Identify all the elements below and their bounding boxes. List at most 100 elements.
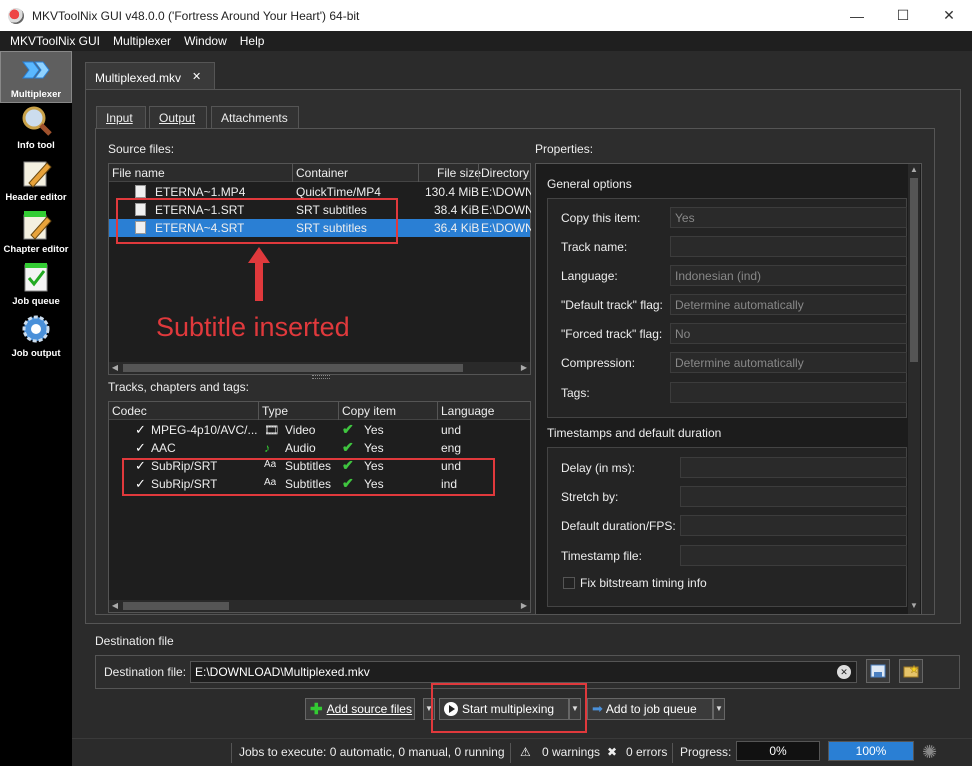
fix-bitstream-checkbox[interactable] (563, 577, 575, 589)
col-copy-item[interactable]: Copy item (342, 404, 396, 418)
title-bar: MKVToolNix GUI v48.0.0 ('Fortress Around… (0, 0, 972, 31)
errors-count[interactable]: 0 errors (626, 745, 667, 759)
main-area: Multiplexed.mkv ✕ Input Output Attachmen… (72, 51, 972, 738)
sidebar-label: Job queue (12, 296, 60, 307)
browse-destination-button[interactable] (866, 659, 890, 683)
language-select[interactable]: Indonesian (ind) (670, 265, 907, 286)
compression-label: Compression: (561, 356, 636, 370)
stretch-input[interactable] (680, 486, 907, 507)
horizontal-scrollbar[interactable]: ◀ ▶ (109, 362, 530, 374)
table-header: Codec Type Copy item Language (109, 402, 530, 420)
col-container[interactable]: Container (296, 166, 348, 180)
codec: AAC (151, 441, 176, 455)
scroll-right-icon[interactable]: ▶ (518, 600, 530, 612)
table-row[interactable]: ✓ MPEG-4p10/AVC/... 🎞 Video ✔ Yes und (109, 421, 530, 439)
sidebar-label: Info tool (17, 140, 55, 151)
tab-input[interactable]: Input (96, 106, 146, 129)
source-files-table: File name Container File size Directory … (108, 163, 531, 375)
add-to-job-queue-button[interactable]: ➡ Add to job queue (587, 698, 713, 720)
col-file-size[interactable]: File size (437, 166, 481, 180)
container: QuickTime/MP4 (296, 185, 381, 199)
tags-input[interactable] (670, 382, 907, 403)
warnings-count[interactable]: 0 warnings (542, 745, 600, 759)
col-codec[interactable]: Codec (112, 404, 147, 418)
tab-attachments-label: Attachments (221, 111, 288, 125)
directory: E:\DOWN (481, 221, 531, 235)
splitter-handle[interactable] (312, 375, 330, 379)
compression-select[interactable]: Determine automatically (670, 352, 907, 373)
sidebar-item-header-editor[interactable]: Header editor (0, 155, 72, 207)
warning-icon: ⚠ (520, 745, 531, 759)
scroll-right-icon[interactable]: ▶ (518, 362, 530, 374)
language: und (441, 423, 462, 437)
checkbox[interactable]: ✓ (135, 422, 146, 438)
col-language[interactable]: Language (441, 404, 494, 418)
sidebar-item-job-queue[interactable]: Job queue (0, 259, 72, 311)
file-icon (135, 185, 146, 198)
music-note-icon: ♪ (264, 441, 270, 455)
copy-item-select[interactable]: Yes (670, 207, 907, 228)
menu-bar: MKVToolNix GUI Multiplexer Window Help (0, 31, 972, 51)
tab-output-label: Output (159, 111, 196, 125)
source-files-label: Source files: (108, 142, 175, 156)
col-type[interactable]: Type (262, 404, 288, 418)
timestamp-file-label: Timestamp file: (561, 549, 642, 563)
table-row[interactable]: ✓ AAC ♪ Audio ✔ Yes eng (109, 439, 530, 457)
menu-multiplexer[interactable]: Multiplexer (113, 34, 171, 48)
table-header: File name Container File size Directory (109, 164, 530, 182)
tab-label: Multiplexed.mkv (95, 71, 182, 85)
col-directory[interactable]: Directory (481, 166, 529, 180)
multiplexer-icon (22, 61, 50, 79)
language: eng (441, 441, 462, 455)
maximize-button[interactable]: ☐ (880, 0, 926, 31)
scroll-down-icon[interactable]: ▼ (908, 600, 920, 612)
sidebar-label: Multiplexer (10, 89, 62, 100)
fix-bitstream-label: Fix bitstream timing info (580, 576, 707, 590)
destination-input[interactable]: E:\DOWNLOAD\Multiplexed.mkv (190, 661, 857, 683)
close-tab-icon[interactable]: ✕ (192, 70, 201, 83)
green-check-icon: ✔ (342, 421, 354, 437)
default-track-select[interactable]: Determine automatically (670, 294, 907, 315)
forced-track-select[interactable]: No (670, 323, 907, 344)
default-duration-input[interactable] (680, 515, 907, 536)
properties-label: Properties: (535, 142, 594, 156)
film-icon: 🎞 (264, 423, 280, 437)
total-progress-text: 100% (855, 744, 887, 758)
tab-multiplexed-mkv[interactable]: Multiplexed.mkv ✕ (85, 62, 215, 89)
annotation-box-files (116, 198, 398, 244)
type: Audio (285, 441, 316, 455)
close-button[interactable]: ✕ (926, 0, 972, 31)
add-source-files-button[interactable]: ✚ Add source files (305, 698, 415, 720)
default-duration-label: Default duration/FPS: (561, 519, 676, 533)
scroll-up-icon[interactable]: ▲ (908, 164, 920, 176)
current-progress-text: 0% (769, 744, 787, 758)
sidebar-item-chapter-editor[interactable]: Chapter editor (0, 207, 72, 259)
tracks-label: Tracks, chapters and tags: (108, 380, 249, 394)
checklist-icon (24, 263, 48, 292)
timestamp-file-input[interactable] (680, 545, 907, 566)
notepad-icon (23, 211, 52, 240)
checkbox[interactable]: ✓ (135, 440, 146, 456)
menu-window[interactable]: Window (184, 34, 227, 48)
menu-help[interactable]: Help (240, 34, 265, 48)
vertical-scrollbar[interactable]: ▲ ▼ (908, 164, 920, 614)
track-name-input[interactable] (670, 236, 907, 257)
horizontal-scrollbar[interactable]: ◀ ▶ (109, 600, 530, 612)
annotation-arrow-icon (248, 247, 270, 301)
scroll-left-icon[interactable]: ◀ (109, 600, 121, 612)
clear-destination-icon[interactable]: ✕ (837, 665, 851, 679)
tab-attachments[interactable]: Attachments (211, 106, 299, 129)
directory: E:\DOWN (481, 203, 531, 217)
delay-input[interactable] (680, 457, 907, 478)
sidebar-item-job-output[interactable]: Job output (0, 311, 72, 363)
menu-mkvtoolnix[interactable]: MKVToolNix GUI (10, 34, 100, 48)
col-file-name[interactable]: File name (112, 166, 165, 180)
minimize-button[interactable]: — (834, 0, 880, 31)
favorites-button[interactable] (899, 659, 923, 683)
default-track-label: "Default track" flag: (561, 298, 663, 312)
tab-output[interactable]: Output (149, 106, 207, 129)
sidebar-item-info-tool[interactable]: Info tool (0, 103, 72, 155)
scroll-left-icon[interactable]: ◀ (109, 362, 121, 374)
add-queue-dropdown-icon[interactable]: ▼ (713, 698, 725, 720)
sidebar-item-multiplexer[interactable]: Multiplexer (0, 51, 72, 103)
